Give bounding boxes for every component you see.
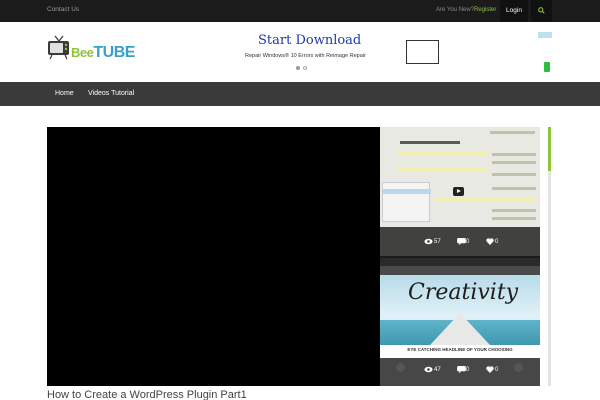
new-user-text: Are You New? [436, 7, 475, 13]
site-logo[interactable]: BeeTUBE [47, 32, 137, 62]
thumb-line [492, 187, 536, 190]
views-count: 47 [434, 367, 441, 373]
contact-us-link[interactable]: Contact Us [47, 6, 79, 13]
nav-item-videos-tutorial[interactable]: Videos Tutorial [88, 82, 134, 106]
thumb-menu-panel [382, 182, 431, 222]
thumb-highlight [398, 151, 488, 156]
search-icon [538, 7, 545, 14]
thumb-menubar [380, 266, 540, 275]
ad-subtitle: Repair Windows® 10 Errors with Reimage R… [245, 53, 366, 59]
comment-icon [457, 238, 466, 245]
thumb-line [400, 141, 460, 144]
thumb-highlight [398, 167, 488, 172]
eye-icon [424, 238, 433, 245]
playlist-item-stats: 47 0 0 [380, 364, 540, 376]
search-button[interactable] [531, 0, 552, 22]
heart-icon [486, 366, 494, 373]
top-bar: Contact Us Are You New? Register Login [0, 0, 600, 22]
heart-icon [486, 238, 494, 245]
play-icon[interactable] [453, 187, 464, 196]
playlist-item[interactable]: Creativity EYE CATCHING HEADLINE OF YOUR… [380, 258, 540, 386]
register-link[interactable]: Register [474, 7, 496, 13]
thumb-line [492, 153, 536, 156]
playlist-item[interactable]: 57 0 0 [380, 127, 540, 256]
thumb-headline: EYE CATCHING HEADLINE OF YOUR CHOOSING [407, 347, 513, 352]
phone-icon [544, 62, 550, 72]
nav-item-home[interactable]: Home [55, 82, 74, 106]
thumb-line [492, 217, 536, 220]
playlist: 57 0 0 Creativity EYE CATCHING HEADLINE … [380, 127, 540, 386]
ad-title[interactable]: Start Download [258, 33, 361, 48]
video-title[interactable]: How to Create a WordPress Plugin Part1 [47, 389, 247, 400]
site-header: BeeTUBE Start Download Repair Windows® 1… [0, 22, 600, 82]
main-nav: Home Videos Tutorial [0, 82, 600, 106]
playlist-scrollbar[interactable] [548, 127, 551, 386]
thumb-line [492, 161, 536, 164]
thumb-line [492, 209, 536, 212]
login-button[interactable]: Login [500, 0, 528, 22]
views-count: 57 [434, 239, 441, 245]
advertisement-banner[interactable]: Start Download Repair Windows® 10 Errors… [222, 30, 552, 82]
thumb-highlight [435, 197, 535, 202]
ad-dot-active [296, 66, 300, 70]
playlist-item-stats: 57 0 0 [380, 236, 540, 248]
thumb-navbar [380, 258, 540, 266]
likes-count: 0 [495, 239, 499, 245]
thumb-pier [430, 313, 490, 345]
likes-count: 0 [495, 367, 499, 373]
video-player[interactable] [47, 127, 380, 386]
thumb-image-text: Creativity [408, 280, 519, 305]
thumb-line [492, 173, 536, 176]
scrollbar-thumb[interactable] [548, 127, 551, 171]
ad-button-box[interactable] [406, 40, 439, 64]
ad-dot [303, 66, 307, 70]
comment-icon [457, 366, 466, 373]
comments-count: 0 [466, 239, 470, 245]
logo-text: BeeTUBE [71, 44, 135, 61]
comments-count: 0 [466, 367, 470, 373]
thumb-line [490, 131, 535, 134]
ad-choices-icon[interactable] [538, 32, 552, 38]
tv-icon [48, 35, 69, 60]
eye-icon [424, 366, 433, 373]
